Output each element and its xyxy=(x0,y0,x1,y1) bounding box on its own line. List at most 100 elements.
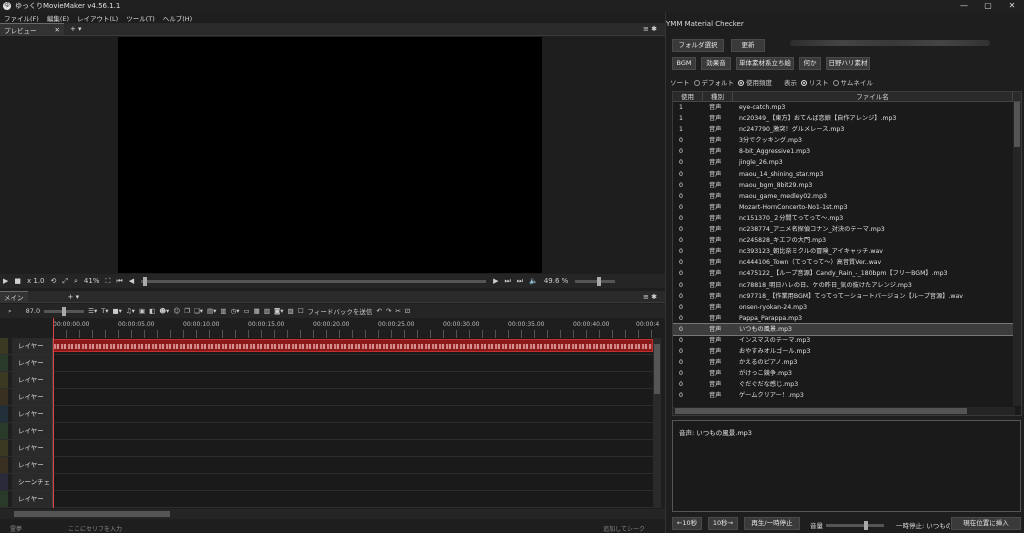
menu-layout[interactable]: レイアウト(L) xyxy=(77,13,118,23)
feedback-button[interactable]: フィードバックを送信 xyxy=(308,306,373,316)
table-row[interactable]: 0 音声 maou_game_medley02.mp3 xyxy=(673,191,1021,202)
speed-select[interactable]: x 1.0 xyxy=(27,277,45,285)
forward-10s-button[interactable]: 10秒→ xyxy=(708,517,738,530)
menu-edit[interactable]: 編集(E) xyxy=(47,13,69,23)
table-row[interactable]: 0 音声 いつもの風景.mp3 xyxy=(673,322,1021,336)
table-row[interactable]: 0 音声 nc444106_Town（てってって～）高音質Ver..wav xyxy=(673,257,1021,268)
table-row[interactable]: 0 音声 おやすみオルゴール.mp3 xyxy=(673,346,1021,357)
play-icon[interactable]: ▶ xyxy=(3,277,8,285)
camera-icon[interactable]: ◙▾ xyxy=(274,307,284,315)
layer-label[interactable]: レイヤー 03 xyxy=(12,389,53,417)
loop-icon[interactable]: ⟲ xyxy=(51,277,57,285)
timeline-zoom-slider[interactable] xyxy=(44,306,85,316)
timeline-vertical-scrollbar[interactable] xyxy=(653,338,661,508)
maximize-button[interactable]: ▢ xyxy=(976,0,1000,12)
layer-track[interactable] xyxy=(53,389,653,405)
back-10s-button[interactable]: ←10秒 xyxy=(672,517,702,530)
layer-label[interactable]: レイヤー 01 xyxy=(12,355,53,383)
folder-select-button[interactable]: フォルダ選択 xyxy=(672,39,724,52)
table-row[interactable]: 1 音声 nc20349_【東方】おてんば恋娘【自作アレンジ】.mp3 xyxy=(673,113,1021,124)
table-row[interactable]: 0 音声 maou_14_shining_star.mp3 xyxy=(673,169,1021,180)
table-horizontal-scrollbar[interactable] xyxy=(673,407,1015,415)
table-row[interactable]: 0 音声 nc151370_２分間てってって～.mp3 xyxy=(673,213,1021,224)
refresh-button[interactable]: 更新 xyxy=(731,39,765,52)
layer-label[interactable]: シーンチェンジ xyxy=(12,474,53,502)
lock-icon[interactable]: ⊡ xyxy=(405,307,410,315)
menu-file[interactable]: ファイル(F) xyxy=(4,13,39,23)
table-row[interactable]: 0 音声 nc97718_【作業用BGM】てってってーショートバージョン【ループ音源… xyxy=(673,291,1021,302)
timeline-menu-icon[interactable]: ≡ ✱ xyxy=(643,293,657,301)
next-frame-icon[interactable]: ▶ xyxy=(493,277,498,285)
checker-volume-slider[interactable] xyxy=(826,521,884,530)
table-row[interactable]: 0 音声 ゲームクリアー！.mp3 xyxy=(673,390,1021,401)
table-row[interactable]: 1 音声 nc247790_激突！グルメレース.mp3 xyxy=(673,124,1021,135)
category-bgm-button[interactable]: BGM xyxy=(672,57,696,70)
music-icon[interactable]: ♫▾ xyxy=(126,307,135,315)
layer-track[interactable] xyxy=(53,474,653,490)
column-filename[interactable]: ファイル名 xyxy=(733,92,1013,101)
prev-frame-icon[interactable]: ◀ xyxy=(129,277,134,285)
skip-end-icon[interactable]: ⏭ xyxy=(517,277,523,286)
undo-icon[interactable]: ↶ xyxy=(376,307,381,315)
video-canvas[interactable] xyxy=(118,37,542,273)
display-thumb-radio[interactable]: サムネイル xyxy=(832,77,873,87)
table-row[interactable]: 0 音声 かえるのピアノ.mp3 xyxy=(673,357,1021,368)
layer-track[interactable] xyxy=(53,406,653,422)
table-row[interactable]: 0 音声 8-bit_Aggressive1.mp3 xyxy=(673,146,1021,157)
table-row[interactable]: 0 音声 インスマスのテーマ.mp3 xyxy=(673,335,1021,346)
layer-track[interactable] xyxy=(53,338,653,354)
layer-track[interactable] xyxy=(53,423,653,439)
column-type[interactable]: 種別 xyxy=(703,92,733,101)
face-icon[interactable]: ☺ xyxy=(173,307,180,315)
menu-tools[interactable]: ツール(T) xyxy=(126,13,155,23)
sort-usage-radio[interactable]: 使用頻度 xyxy=(738,77,772,87)
display-list-radio[interactable]: リスト xyxy=(801,77,829,87)
character-icon[interactable]: ☻▾ xyxy=(159,307,169,315)
stop-icon[interactable]: ■ xyxy=(14,277,21,285)
minimize-button[interactable]: — xyxy=(952,0,976,12)
next-clip-icon[interactable]: ⏭ xyxy=(504,277,510,286)
table-row[interactable]: 0 音声 3分でクッキング.mp3 xyxy=(673,135,1021,146)
layer-label[interactable]: レイヤー 02 xyxy=(12,372,53,400)
layer-track[interactable] xyxy=(53,355,653,371)
layer-label[interactable]: レイヤー 09 xyxy=(12,491,53,519)
close-button[interactable]: ✕ xyxy=(1000,0,1024,12)
table-row[interactable]: 0 音声 がけっこ競争.mp3 xyxy=(673,368,1021,379)
play-pause-button[interactable]: 再生/一時停止 xyxy=(744,517,800,530)
menu-help[interactable]: ヘルプ(H) xyxy=(163,13,192,23)
fit-icon[interactable]: ⛶ xyxy=(105,277,110,286)
add-tab-button[interactable]: + ▾ xyxy=(70,25,82,33)
table-row[interactable]: 0 音声 Pappa_Parappa.mp3 xyxy=(673,313,1021,324)
skip-start-icon[interactable]: ⏮ xyxy=(116,277,122,286)
video-icon[interactable]: ■▾ xyxy=(112,307,121,315)
table-row[interactable]: 0 音声 nc238774_アニメ名探偵コナン_対決のテーマ.mp3 xyxy=(673,224,1021,235)
clock-icon[interactable]: ◷▾ xyxy=(231,307,240,315)
table-row[interactable]: 0 音声 maou_bgm_8bit29.mp3 xyxy=(673,180,1021,191)
layer-track[interactable] xyxy=(53,372,653,388)
table-row[interactable]: 0 音声 nc393123_朝比奈ミクルの冒険_アイキャッチ.wav xyxy=(673,246,1021,257)
timeline-horizontal-scrollbar[interactable] xyxy=(0,509,665,519)
copy-icon[interactable]: ❐ xyxy=(184,307,190,315)
layer-track[interactable] xyxy=(53,491,653,507)
cut-icon[interactable]: ▨ xyxy=(288,307,294,315)
image-icon[interactable]: ▣ xyxy=(139,307,145,315)
category-something-button[interactable]: 何か xyxy=(799,57,821,70)
insert-at-position-button[interactable]: 現在位置に挿入 xyxy=(951,517,1021,530)
category-se-button[interactable]: 効果音 xyxy=(701,57,731,70)
add-seek-label[interactable]: 追加してシーク xyxy=(603,524,645,533)
table-row[interactable]: 1 音声 eye-catch.mp3 xyxy=(673,102,1021,113)
text-icon[interactable]: T▾ xyxy=(101,307,108,315)
panel-menu-icon[interactable]: ≡ ✱ xyxy=(643,25,657,33)
table-row[interactable]: 0 音声 onsen-ryokan-24.mp3 xyxy=(673,302,1021,313)
table-row[interactable]: 0 音声 nc475122_【ループ音源】Candy_Rain_-_180bpm【フ… xyxy=(673,268,1021,279)
redo-icon[interactable]: ↷ xyxy=(386,307,391,315)
category-hino-button[interactable]: 日野ハリ素材 xyxy=(826,57,870,70)
category-standalone-button[interactable]: 単体素材系立ち絵 xyxy=(736,57,794,70)
export-icon[interactable]: ▧ xyxy=(264,307,270,315)
tab-main[interactable]: メイン xyxy=(0,290,28,303)
layer-label[interactable]: レイヤー 04 xyxy=(12,406,53,434)
timeline-zoom-value[interactable]: 87.0 xyxy=(26,307,40,315)
layer-track[interactable] xyxy=(53,457,653,473)
table-vertical-scrollbar[interactable] xyxy=(1013,102,1021,406)
tab-preview[interactable]: プレビュー ✕ xyxy=(0,23,64,35)
